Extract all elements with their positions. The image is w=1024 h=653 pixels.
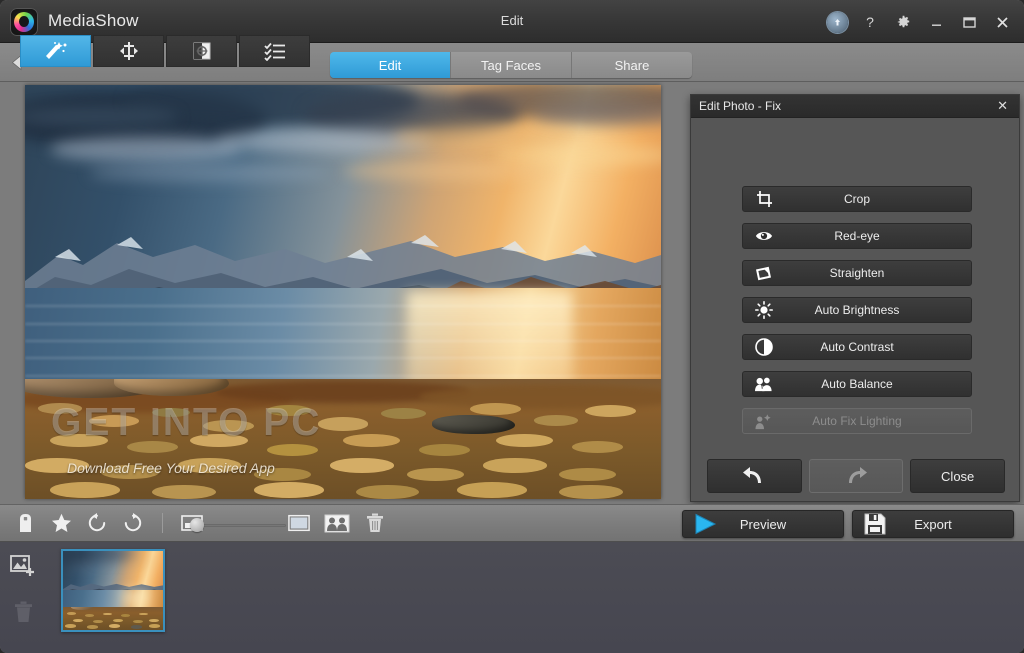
tab-list[interactable] (239, 35, 310, 67)
settings-gear-icon[interactable] (889, 10, 917, 34)
add-photo-icon[interactable] (10, 554, 36, 578)
adjust-arrows-icon (116, 41, 142, 61)
thumbnail-1[interactable] (61, 549, 165, 632)
panel-title: Edit Photo - Fix (699, 99, 994, 113)
photo-image: GET INTO PC Download Free Your Desired A… (25, 85, 661, 499)
panel-action-buttons: Close (707, 459, 1005, 493)
red-eye-button[interactable]: Red-eye (742, 223, 972, 249)
export-label: Export (914, 517, 952, 532)
sun-icon (755, 301, 773, 319)
zoom-slider-handle[interactable] (190, 518, 204, 532)
auto-fix-lighting-label: Auto Fix Lighting (812, 414, 901, 428)
maximize-icon[interactable] (955, 10, 983, 34)
export-button[interactable]: Export (852, 510, 1014, 538)
thumbnail-image (63, 551, 163, 630)
red-eye-label: Red-eye (834, 229, 879, 243)
people-icon (755, 375, 773, 393)
tab-share[interactable]: Share (572, 52, 692, 78)
tab-effect[interactable] (166, 35, 237, 67)
effects-photo-icon (190, 41, 214, 61)
redo-button[interactable] (809, 459, 904, 493)
tab-edit[interactable]: Edit (330, 52, 451, 78)
help-icon[interactable]: ? (856, 10, 884, 34)
panel-tool-tabs (20, 35, 310, 67)
filmstrip-side-tools (10, 554, 36, 624)
tab-tag-faces[interactable]: Tag Faces (451, 52, 572, 78)
faces-view-icon[interactable] (324, 512, 350, 534)
delete-trash-icon[interactable] (364, 512, 386, 534)
bottom-toolbar: Preview Export (0, 504, 1024, 542)
undo-arrow-icon (741, 466, 767, 486)
titlebar-buttons: ? (823, 10, 1016, 34)
star-icon[interactable] (50, 512, 72, 534)
auto-contrast-label: Auto Contrast (820, 340, 893, 354)
crop-icon (755, 190, 773, 208)
straighten-icon (755, 264, 773, 282)
close-icon[interactable] (988, 10, 1016, 34)
undo-button[interactable] (707, 459, 802, 493)
rotate-right-icon[interactable] (122, 512, 144, 534)
upload-icon[interactable] (823, 10, 851, 34)
panel-close-icon[interactable]: ✕ (994, 98, 1011, 114)
mediashow-window: MediaShow Edit ? (0, 0, 1024, 653)
contrast-icon (755, 338, 773, 356)
panel-close-button[interactable]: Close (910, 459, 1005, 493)
play-icon (694, 514, 718, 535)
toolbar-left-icons (14, 512, 203, 534)
rotate-left-icon[interactable] (86, 512, 108, 534)
tab-fix[interactable] (20, 35, 91, 67)
preview-label: Preview (740, 517, 786, 532)
auto-brightness-label: Auto Brightness (815, 303, 900, 317)
auto-fix-lighting-button[interactable]: Auto Fix Lighting (742, 408, 972, 434)
toolbar-action-buttons: Preview Export (682, 510, 1014, 538)
redo-arrow-icon (843, 466, 869, 486)
magic-wand-icon (43, 41, 69, 61)
eye-icon (755, 227, 773, 245)
checklist-icon (263, 41, 287, 61)
preview-button[interactable]: Preview (682, 510, 844, 538)
fit-window-icon[interactable] (288, 512, 310, 534)
auto-brightness-button[interactable]: Auto Brightness (742, 297, 972, 323)
auto-balance-label: Auto Balance (821, 377, 892, 391)
toolbar-right-icons (288, 512, 386, 534)
zoom-slider-track (196, 524, 286, 527)
minimize-icon[interactable] (922, 10, 950, 34)
panel-header: Edit Photo - Fix ✕ (691, 95, 1019, 118)
toolbar-divider (162, 513, 163, 533)
view-tabs: Edit Tag Faces Share (330, 52, 692, 78)
tag-icon[interactable] (14, 512, 36, 534)
photo-preview[interactable]: GET INTO PC Download Free Your Desired A… (25, 85, 661, 499)
fix-tools-list: Crop Red-eye Straighten (742, 186, 972, 445)
save-floppy-icon (864, 513, 886, 535)
auto-contrast-button[interactable]: Auto Contrast (742, 334, 972, 360)
crop-button[interactable]: Crop (742, 186, 972, 212)
auto-balance-button[interactable]: Auto Balance (742, 371, 972, 397)
zoom-slider[interactable] (188, 518, 288, 532)
trash-icon[interactable] (10, 600, 36, 624)
lighting-person-icon (755, 412, 773, 430)
straighten-label: Straighten (830, 266, 885, 280)
straighten-button[interactable]: Straighten (742, 260, 972, 286)
crop-label: Crop (844, 192, 870, 206)
tab-adjust[interactable] (93, 35, 164, 67)
